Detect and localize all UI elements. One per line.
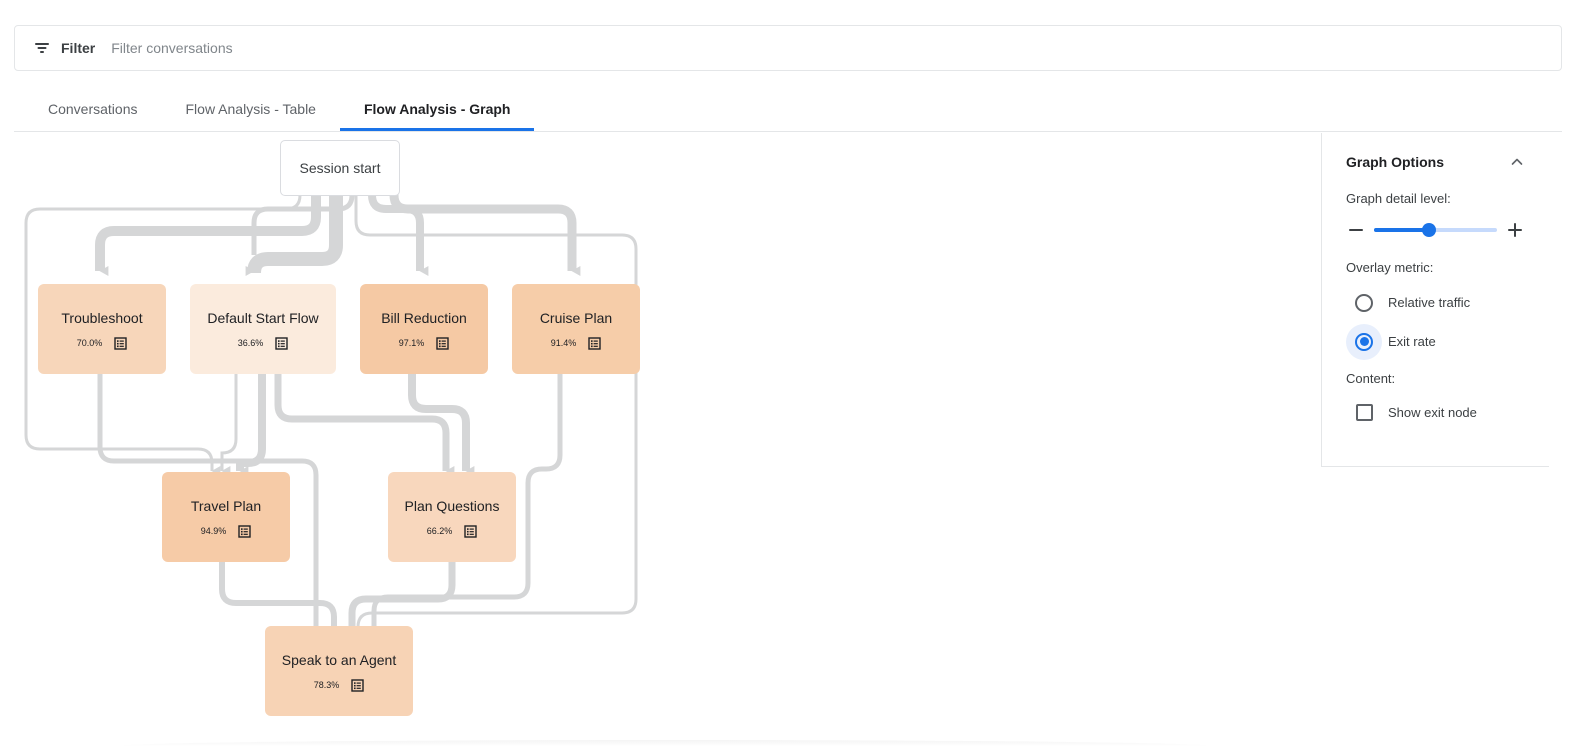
checkbox-box[interactable] [1356,404,1373,421]
list-icon[interactable] [275,337,288,350]
node-exit-rate: 66.2% [427,526,453,536]
overlay-metric-label: Overlay metric: [1346,260,1525,275]
flow-graph-edges [0,133,1320,746]
radio-button[interactable] [1355,294,1373,312]
graph-node-troubleshoot[interactable]: Troubleshoot 70.0% [38,284,166,374]
radio-option-relative-traffic[interactable]: Relative traffic [1346,283,1525,322]
graph-node-cruise-plan[interactable]: Cruise Plan 91.4% [512,284,640,374]
radio-option-exit-rate[interactable]: Exit rate [1346,322,1525,361]
list-icon[interactable] [351,679,364,692]
node-label: Cruise Plan [540,309,612,327]
node-label: Speak to an Agent [282,651,396,669]
tab-conversations[interactable]: Conversations [14,88,162,131]
node-metric-row: 78.3% [314,679,365,692]
session-start-label: Session start [300,160,381,176]
graph-options-title: Graph Options [1346,154,1444,170]
node-metric-row: 97.1% [399,337,450,350]
filter-icon [33,39,51,57]
graph-detail-level-slider-row [1346,214,1525,246]
radio-hit-area[interactable] [1346,324,1382,360]
node-metric-row: 66.2% [427,525,478,538]
graph-detail-level-slider[interactable] [1374,220,1497,240]
list-icon[interactable] [464,525,477,538]
radio-hit-area[interactable] [1346,285,1382,321]
bottom-shadow [120,740,1210,746]
graph-options-header[interactable]: Graph Options [1346,133,1525,191]
node-label: Travel Plan [191,497,261,515]
chevron-up-icon[interactable] [1509,154,1525,170]
node-metric-row: 94.9% [201,525,252,538]
radio-label: Relative traffic [1388,295,1470,310]
graph-detail-level-label: Graph detail level: [1346,191,1525,206]
node-exit-rate: 94.9% [201,526,227,536]
list-icon[interactable] [238,525,251,538]
list-icon[interactable] [588,337,601,350]
node-label: Default Start Flow [207,309,318,327]
content-label: Content: [1346,371,1525,386]
node-label: Troubleshoot [61,309,142,327]
radio-button[interactable] [1355,333,1373,351]
graph-node-bill-reduction[interactable]: Bill Reduction 97.1% [360,284,488,374]
node-exit-rate: 36.6% [238,338,264,348]
node-metric-row: 70.0% [77,337,128,350]
radio-selected-dot [1360,337,1369,346]
node-metric-row: 91.4% [551,337,602,350]
radio-label: Exit rate [1388,334,1436,349]
filter-input-placeholder[interactable]: Filter conversations [111,40,232,56]
graph-node-session-start[interactable]: Session start [280,140,400,196]
tab-flow-analysis-table[interactable]: Flow Analysis - Table [162,88,340,131]
graph-node-plan-questions[interactable]: Plan Questions 66.2% [388,472,516,562]
flow-graph-canvas[interactable]: Session start Troubleshoot 70.0% Default… [0,133,1320,746]
list-icon[interactable] [436,337,449,350]
node-label: Bill Reduction [381,309,467,327]
graph-node-default-start-flow[interactable]: Default Start Flow 36.6% [190,284,336,374]
filter-bar[interactable]: Filter Filter conversations [14,25,1562,71]
plus-icon[interactable] [1505,220,1525,240]
node-exit-rate: 97.1% [399,338,425,348]
slider-fill [1374,228,1429,232]
graph-node-travel-plan[interactable]: Travel Plan 94.9% [162,472,290,562]
graph-options-panel: Graph Options Graph detail level: Overla… [1321,133,1549,467]
graph-node-speak-to-an-agent[interactable]: Speak to an Agent 78.3% [265,626,413,716]
node-label: Plan Questions [405,497,500,515]
tab-bar: Conversations Flow Analysis - Table Flow… [14,88,1562,132]
checkbox-show-exit-node[interactable]: Show exit node [1346,394,1525,430]
node-exit-rate: 70.0% [77,338,103,348]
node-exit-rate: 91.4% [551,338,577,348]
slider-thumb[interactable] [1422,223,1436,237]
node-metric-row: 36.6% [238,337,289,350]
node-exit-rate: 78.3% [314,680,340,690]
checkbox-hit-area[interactable] [1346,394,1382,430]
list-icon[interactable] [114,337,127,350]
minus-icon[interactable] [1346,220,1366,240]
tab-flow-analysis-graph[interactable]: Flow Analysis - Graph [340,88,535,131]
filter-label: Filter [61,40,95,56]
checkbox-label: Show exit node [1388,405,1477,420]
